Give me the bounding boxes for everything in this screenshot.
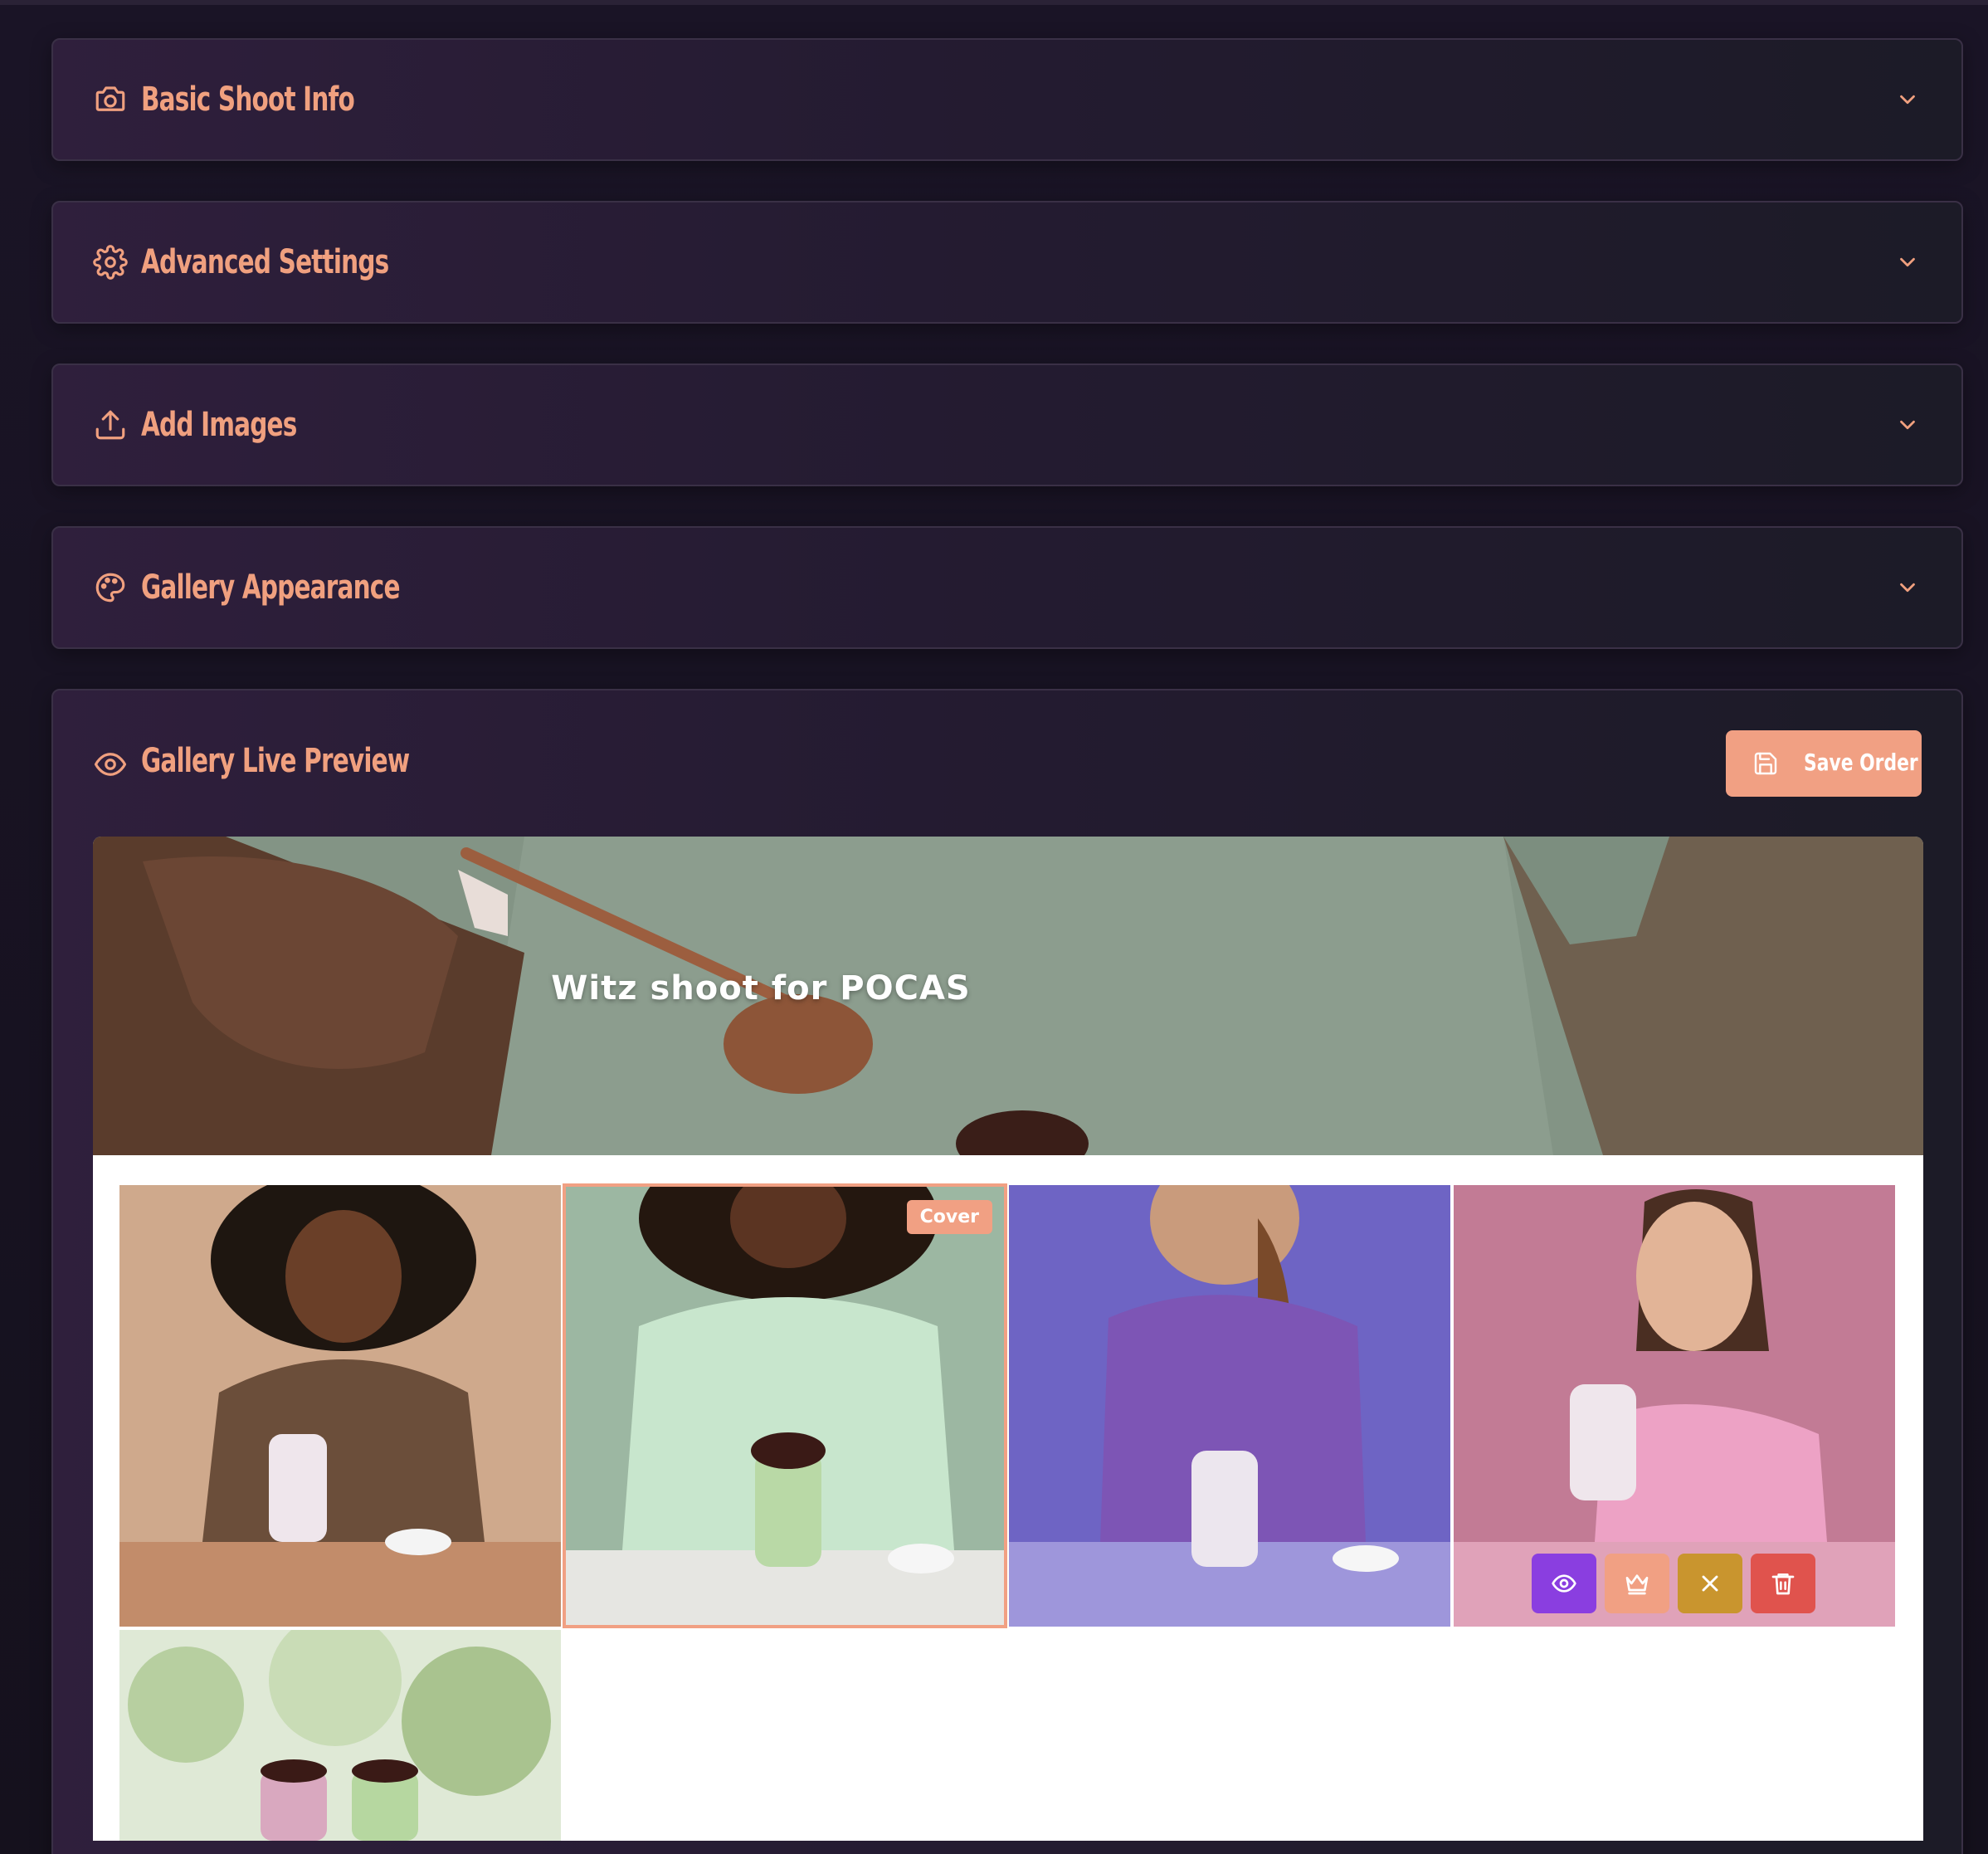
gallery-image-cover[interactable]: Cover	[563, 1183, 1007, 1628]
cover-badge: Cover	[906, 1200, 992, 1234]
delete-image-button[interactable]	[1751, 1554, 1815, 1613]
hero-title: Witz shoot for POCAS	[551, 969, 971, 1008]
photo-woman-purple-top	[1009, 1185, 1450, 1627]
preview-header: Gallery Live Preview Save Order	[53, 690, 1961, 837]
gallery-image[interactable]	[119, 1630, 561, 1841]
section-gallery-live-preview: Gallery Live Preview Save Order Witz sho…	[51, 689, 1963, 1854]
trash-icon	[1770, 1570, 1796, 1597]
view-image-button[interactable]	[1532, 1554, 1596, 1613]
hero-banner: Witz shoot for POCAS	[93, 837, 1923, 1155]
section-basic-shoot-info[interactable]: Basic Shoot Info	[51, 38, 1963, 161]
camera-icon	[93, 82, 128, 117]
image-actions-toolbar	[1532, 1554, 1815, 1613]
gallery-preview: Witz shoot for POCAS Cover	[93, 837, 1923, 1841]
section-title: Gallery Appearance	[141, 568, 400, 607]
section-gallery-appearance[interactable]: Gallery Appearance	[51, 526, 1963, 649]
eye-icon	[1551, 1570, 1577, 1597]
chevron-down-icon[interactable]	[1895, 412, 1920, 437]
set-cover-button[interactable]	[1605, 1554, 1669, 1613]
section-header[interactable]: Gallery Appearance	[53, 528, 1961, 647]
chevron-down-icon[interactable]	[1895, 250, 1920, 275]
hide-image-button[interactable]	[1678, 1554, 1742, 1613]
section-header[interactable]: Basic Shoot Info	[53, 40, 1961, 159]
chevron-down-icon[interactable]	[1895, 575, 1920, 600]
gallery-image[interactable]	[1009, 1185, 1450, 1627]
crown-icon	[1624, 1570, 1650, 1597]
section-title: Basic Shoot Info	[141, 81, 355, 119]
section-header[interactable]: Advanced Settings	[53, 202, 1961, 322]
photo-two-drinks-outdoor	[119, 1630, 561, 1841]
section-add-images[interactable]: Add Images	[51, 363, 1963, 486]
save-order-button[interactable]: Save Order	[1726, 730, 1922, 797]
top-strip	[0, 0, 1988, 5]
preview-title: Gallery Live Preview	[141, 742, 410, 780]
save-order-label: Save Order	[1804, 749, 1918, 776]
page: Basic Shoot Info Advanced Settings Add I…	[0, 0, 1988, 1854]
photo-woman-green-top	[564, 1185, 1006, 1627]
section-header[interactable]: Add Images	[53, 365, 1961, 485]
palette-icon	[93, 570, 128, 605]
chevron-down-icon[interactable]	[1895, 87, 1920, 112]
gear-icon	[93, 245, 128, 280]
image-grid: Cover	[93, 1155, 1923, 1841]
gallery-image[interactable]	[119, 1185, 561, 1627]
section-title: Advanced Settings	[141, 243, 389, 281]
upload-icon	[93, 407, 128, 442]
eye-icon	[93, 747, 128, 782]
section-title: Add Images	[141, 406, 297, 444]
save-icon	[1752, 750, 1779, 777]
close-icon	[1697, 1570, 1723, 1597]
photo-woman-brown-top	[119, 1185, 561, 1627]
section-advanced-settings[interactable]: Advanced Settings	[51, 201, 1963, 324]
